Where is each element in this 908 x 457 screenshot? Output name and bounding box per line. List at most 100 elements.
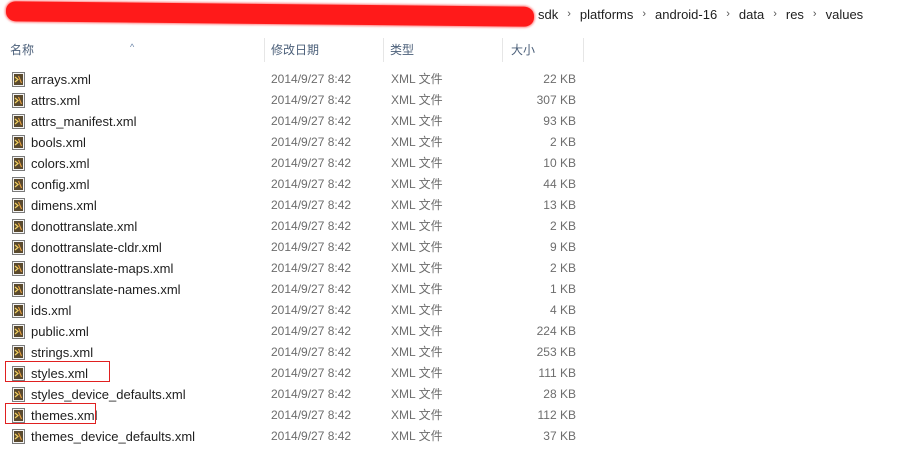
file-date: 2014/9/27 8:42 <box>271 387 352 401</box>
file-name: ids.xml <box>31 303 72 318</box>
file-type: XML 文件 <box>391 240 443 254</box>
xml-file-icon <box>12 261 25 276</box>
redaction-mark <box>6 1 534 27</box>
file-name: colors.xml <box>31 156 90 171</box>
file-row[interactable]: strings.xml 2014/9/27 8:42 XML 文件 253 KB <box>0 342 908 363</box>
file-size: 2 KB <box>549 219 576 233</box>
file-name: bools.xml <box>31 135 86 150</box>
breadcrumb-item-res[interactable]: res <box>782 7 808 22</box>
file-type: XML 文件 <box>391 387 443 401</box>
xml-file-icon <box>12 282 25 297</box>
file-row[interactable]: arrays.xml 2014/9/27 8:42 XML 文件 22 KB <box>0 69 908 90</box>
file-date: 2014/9/27 8:42 <box>271 219 352 233</box>
breadcrumb-item-values[interactable]: values <box>822 7 868 22</box>
file-row[interactable]: themes_device_defaults.xml 2014/9/27 8:42… <box>0 426 908 447</box>
xml-file-icon <box>12 387 25 402</box>
xml-file-icon <box>12 72 25 87</box>
file-row[interactable]: styles_device_defaults.xml 2014/9/27 8:42… <box>0 384 908 405</box>
file-name: styles_device_defaults.xml <box>31 387 186 402</box>
file-type: XML 文件 <box>391 198 443 212</box>
file-name: public.xml <box>31 324 89 339</box>
column-header-type-label: 类型 <box>390 43 415 57</box>
file-name: donottranslate-names.xml <box>31 282 181 297</box>
file-size: 44 KB <box>543 177 576 191</box>
xml-file-icon <box>12 429 25 444</box>
file-type: XML 文件 <box>391 324 443 338</box>
file-size: 9 KB <box>549 240 576 254</box>
file-type: XML 文件 <box>391 261 443 275</box>
file-name: donottranslate-cldr.xml <box>31 240 162 255</box>
file-size: 2 KB <box>549 261 576 275</box>
file-date: 2014/9/27 8:42 <box>271 114 352 128</box>
file-type: XML 文件 <box>391 114 443 128</box>
file-date: 2014/9/27 8:42 <box>271 156 352 170</box>
file-size: 1 KB <box>549 282 576 296</box>
file-date: 2014/9/27 8:42 <box>271 72 352 86</box>
file-row[interactable]: dimens.xml 2014/9/27 8:42 XML 文件 13 KB <box>0 195 908 216</box>
breadcrumb-item-sdk[interactable]: sdk <box>534 7 562 22</box>
file-type: XML 文件 <box>391 282 443 296</box>
file-row[interactable]: styles.xml 2014/9/27 8:42 XML 文件 111 KB <box>0 361 908 384</box>
breadcrumb-bar: sdk › platforms › android-16 › data › res › values <box>0 0 908 28</box>
xml-file-icon <box>12 135 25 150</box>
file-row[interactable]: donottranslate-names.xml 2014/9/27 8:42 XM… <box>0 279 908 300</box>
file-size: 4 KB <box>549 303 576 317</box>
sort-ascending-icon: ^ <box>130 42 135 52</box>
file-row[interactable]: ids.xml 2014/9/27 8:42 XML 文件 4 KB <box>0 300 908 321</box>
file-size: 22 KB <box>543 72 576 86</box>
breadcrumb-item-data[interactable]: data <box>735 7 768 22</box>
column-header-type[interactable]: 类型 <box>384 38 503 62</box>
column-header-size-label: 大小 <box>511 43 536 57</box>
xml-file-icon <box>12 198 25 213</box>
file-type: XML 文件 <box>391 93 443 107</box>
breadcrumb-separator-icon[interactable]: › <box>562 8 576 20</box>
file-row[interactable]: public.xml 2014/9/27 8:42 XML 文件 224 KB <box>0 321 908 342</box>
file-size: 253 KB <box>536 345 576 359</box>
file-date: 2014/9/27 8:42 <box>271 282 352 296</box>
xml-file-icon <box>12 93 25 108</box>
breadcrumb-separator-icon[interactable]: › <box>637 8 651 20</box>
breadcrumb-separator-icon[interactable]: › <box>768 8 782 20</box>
file-size: 37 KB <box>543 429 576 443</box>
file-date: 2014/9/27 8:42 <box>271 177 352 191</box>
xml-file-icon <box>12 324 25 339</box>
column-header-size[interactable]: 大小 <box>503 38 584 62</box>
xml-file-icon <box>12 345 25 360</box>
file-type: XML 文件 <box>391 177 443 191</box>
file-row[interactable]: donottranslate-cldr.xml 2014/9/27 8:42 XML… <box>0 237 908 258</box>
file-type: XML 文件 <box>391 303 443 317</box>
file-type: XML 文件 <box>391 219 443 233</box>
file-name: themes_device_defaults.xml <box>31 429 196 444</box>
file-row[interactable]: attrs.xml 2014/9/27 8:42 XML 文件 307 KB <box>0 90 908 111</box>
file-row[interactable]: donottranslate-maps.xml 2014/9/27 8:42 XML… <box>0 258 908 279</box>
file-row[interactable]: themes.xml 2014/9/27 8:42 XML 文件 112 KB <box>0 403 908 426</box>
file-row[interactable]: config.xml 2014/9/27 8:42 XML 文件 44 KB <box>0 174 908 195</box>
breadcrumb-separator-icon[interactable]: › <box>808 8 822 20</box>
file-name: strings.xml <box>31 345 94 360</box>
file-date: 2014/9/27 8:42 <box>271 345 352 359</box>
column-header-date[interactable]: 修改日期 <box>265 38 384 62</box>
file-row[interactable]: colors.xml 2014/9/27 8:42 XML 文件 10 KB <box>0 153 908 174</box>
file-row[interactable]: donottranslate.xml 2014/9/27 8:42 XML 文件 2 … <box>0 216 908 237</box>
file-date: 2014/9/27 8:42 <box>271 198 352 212</box>
file-date: 2014/9/27 8:42 <box>271 324 352 338</box>
file-type: XML 文件 <box>391 72 443 86</box>
file-size: 10 KB <box>543 156 576 170</box>
file-row[interactable]: bools.xml 2014/9/27 8:42 XML 文件 2 KB <box>0 132 908 153</box>
breadcrumb-item-android-16[interactable]: android-16 <box>651 7 721 22</box>
breadcrumb-separator-icon[interactable]: › <box>721 8 735 20</box>
file-date: 2014/9/27 8:42 <box>271 261 352 275</box>
file-date: 2014/9/27 8:42 <box>271 135 352 149</box>
file-size: 2 KB <box>549 135 576 149</box>
file-size: 13 KB <box>543 198 576 212</box>
file-row[interactable]: attrs_manifest.xml 2014/9/27 8:42 XML 文件 93… <box>0 111 908 132</box>
xml-file-icon <box>12 240 25 255</box>
file-size: 28 KB <box>543 387 576 401</box>
xml-file-icon <box>12 156 25 171</box>
file-date: 2014/9/27 8:42 <box>271 429 352 443</box>
file-type: XML 文件 <box>391 408 443 422</box>
file-type: XML 文件 <box>391 156 443 170</box>
file-name: attrs.xml <box>31 93 81 108</box>
breadcrumb-item-platforms[interactable]: platforms <box>576 7 637 22</box>
column-header-name[interactable]: ^ 名称 <box>0 38 265 62</box>
